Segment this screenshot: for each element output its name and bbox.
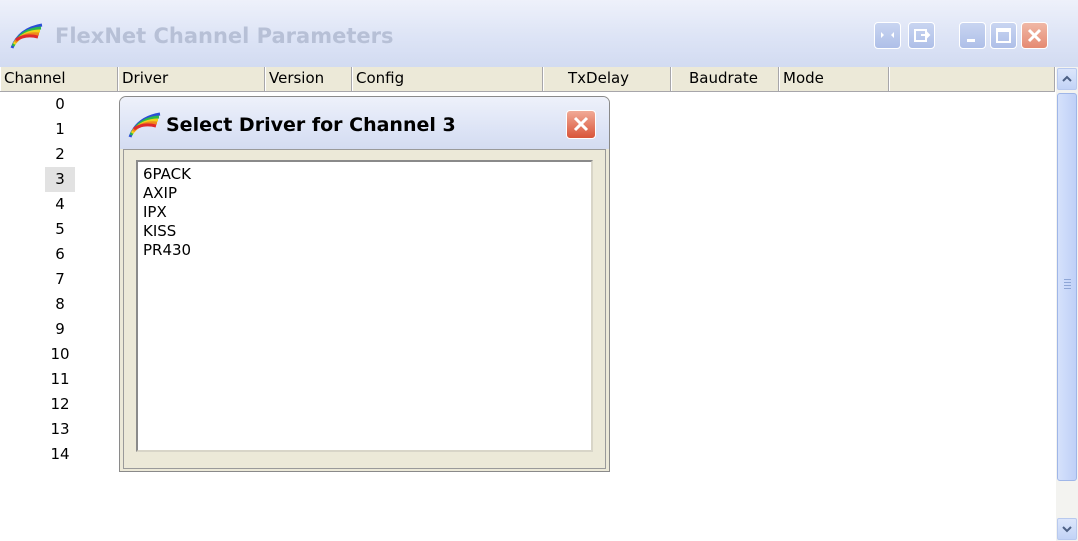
pin-button[interactable] bbox=[874, 22, 901, 49]
driver-listbox[interactable]: 6PACK AXIP IPX KISS PR430 bbox=[136, 160, 593, 452]
close-icon bbox=[1027, 28, 1042, 43]
channel-row[interactable]: 6 bbox=[45, 242, 75, 267]
list-item[interactable]: 6PACK bbox=[143, 164, 191, 184]
rainbow-feather-icon bbox=[128, 112, 161, 138]
main-window: FlexNet Channel Parameters Channel Drive… bbox=[0, 0, 1078, 541]
window-title: FlexNet Channel Parameters bbox=[55, 24, 394, 48]
scroll-down-button[interactable] bbox=[1057, 518, 1077, 540]
channel-row[interactable]: 1 bbox=[45, 117, 75, 142]
channel-list: 0 1 2 3 4 5 6 7 8 9 10 11 12 13 14 bbox=[0, 92, 110, 541]
list-item[interactable]: AXIP bbox=[143, 183, 177, 203]
channel-row[interactable]: 11 bbox=[45, 367, 75, 392]
close-icon bbox=[573, 116, 589, 132]
minimize-icon bbox=[967, 39, 975, 42]
chevron-up-icon bbox=[1062, 75, 1072, 82]
column-header-extra[interactable] bbox=[889, 67, 1055, 91]
chevron-down-icon bbox=[1062, 526, 1072, 533]
channel-row[interactable]: 12 bbox=[45, 392, 75, 417]
maximize-icon bbox=[996, 28, 1011, 43]
dialog-close-button[interactable] bbox=[566, 110, 596, 139]
export-button[interactable] bbox=[908, 22, 935, 49]
select-driver-dialog: Select Driver for Channel 3 6PACK AXIP I… bbox=[119, 96, 610, 472]
channel-row[interactable]: 13 bbox=[45, 417, 75, 442]
channel-row[interactable]: 2 bbox=[45, 142, 75, 167]
scroll-up-button[interactable] bbox=[1057, 68, 1077, 90]
list-item[interactable]: IPX bbox=[143, 202, 167, 222]
channel-row[interactable]: 4 bbox=[45, 192, 75, 217]
vertical-scrollbar[interactable] bbox=[1056, 67, 1078, 541]
list-item[interactable]: KISS bbox=[143, 221, 176, 241]
column-header-row: Channel Driver Version Config TxDelay Ba… bbox=[0, 67, 1055, 92]
channel-row[interactable]: 9 bbox=[45, 317, 75, 342]
column-header-version[interactable]: Version bbox=[265, 67, 352, 91]
dialog-title: Select Driver for Channel 3 bbox=[166, 114, 456, 136]
grip-icon bbox=[1064, 279, 1071, 289]
channel-row[interactable]: 14 bbox=[45, 442, 75, 467]
column-header-baudrate[interactable]: Baudrate bbox=[671, 67, 779, 91]
channel-row[interactable]: 8 bbox=[45, 292, 75, 317]
close-button[interactable] bbox=[1021, 22, 1048, 49]
minimize-button[interactable] bbox=[959, 22, 986, 49]
column-header-mode[interactable]: Mode bbox=[779, 67, 889, 91]
channel-row-selected[interactable]: 3 bbox=[45, 167, 75, 192]
column-header-channel[interactable]: Channel bbox=[0, 67, 118, 91]
export-icon bbox=[914, 29, 931, 42]
column-header-config[interactable]: Config bbox=[352, 67, 543, 91]
channel-row[interactable]: 5 bbox=[45, 217, 75, 242]
channel-row[interactable]: 7 bbox=[45, 267, 75, 292]
list-item[interactable]: PR430 bbox=[143, 240, 191, 260]
dialog-body: 6PACK AXIP IPX KISS PR430 bbox=[123, 149, 606, 469]
column-header-txdelay[interactable]: TxDelay bbox=[543, 67, 671, 91]
scrollbar-thumb[interactable] bbox=[1057, 93, 1077, 481]
pin-icon bbox=[881, 32, 894, 38]
maximize-button[interactable] bbox=[990, 22, 1017, 49]
title-bar[interactable]: FlexNet Channel Parameters bbox=[0, 0, 1078, 67]
rainbow-feather-icon bbox=[10, 23, 43, 49]
column-header-driver[interactable]: Driver bbox=[118, 67, 265, 91]
channel-row[interactable]: 10 bbox=[45, 342, 75, 367]
dialog-title-bar[interactable]: Select Driver for Channel 3 bbox=[120, 97, 609, 149]
channel-row[interactable]: 0 bbox=[45, 92, 75, 117]
